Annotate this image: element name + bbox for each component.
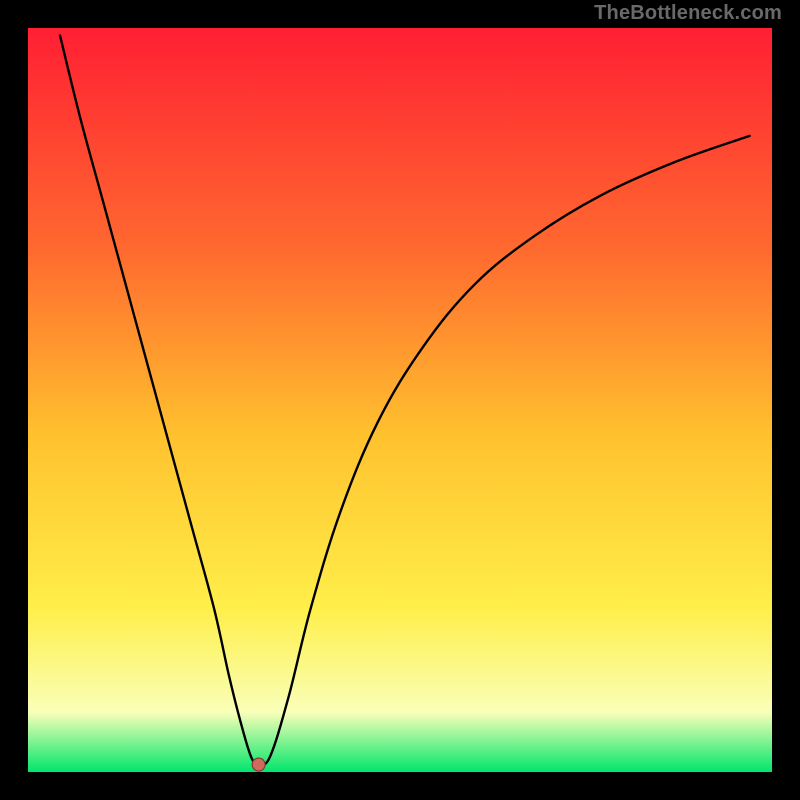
watermark-text: TheBottleneck.com — [594, 2, 782, 25]
plot-background — [28, 28, 772, 772]
bottleneck-chart — [0, 0, 800, 800]
chart-container: { "watermark": "TheBottleneck.com", "col… — [0, 0, 800, 800]
minimum-marker — [252, 758, 265, 771]
